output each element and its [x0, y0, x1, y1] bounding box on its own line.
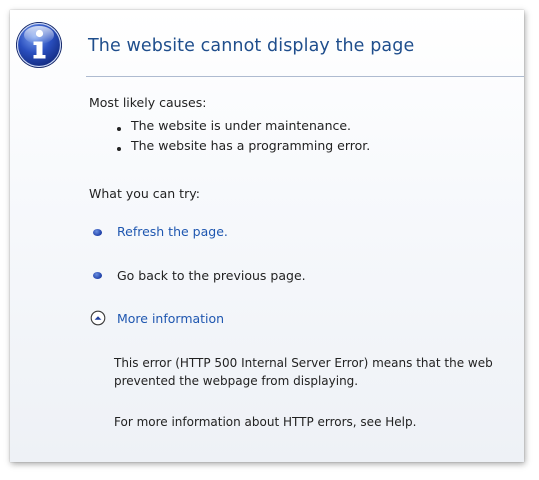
- info-icon: [16, 22, 62, 68]
- error-detail-line-1: This error (HTTP 500 Internal Server Err…: [114, 356, 493, 370]
- bullet-icon: [117, 127, 121, 131]
- more-information-link[interactable]: More information: [117, 311, 224, 326]
- cause-item: The website has a programming error.: [131, 138, 371, 153]
- error-page-panel: The website cannot display the page Most…: [10, 10, 524, 462]
- expand-up-icon[interactable]: [90, 310, 106, 326]
- help-info-text: For more information about HTTP errors, …: [114, 415, 417, 429]
- blue-bullet-icon: [93, 229, 102, 236]
- cause-item: The website is under maintenance.: [131, 118, 352, 133]
- refresh-link[interactable]: Refresh the page.: [117, 224, 228, 239]
- error-detail-line-2: prevented the webpage from displaying.: [114, 374, 359, 388]
- try-heading: What you can try:: [89, 186, 200, 201]
- go-back-text: Go back to the previous page.: [117, 268, 306, 283]
- causes-heading: Most likely causes:: [89, 95, 207, 110]
- title-divider: [86, 76, 524, 77]
- blue-bullet-icon: [93, 272, 102, 279]
- page-title: The website cannot display the page: [88, 36, 415, 56]
- bullet-icon: [117, 147, 121, 151]
